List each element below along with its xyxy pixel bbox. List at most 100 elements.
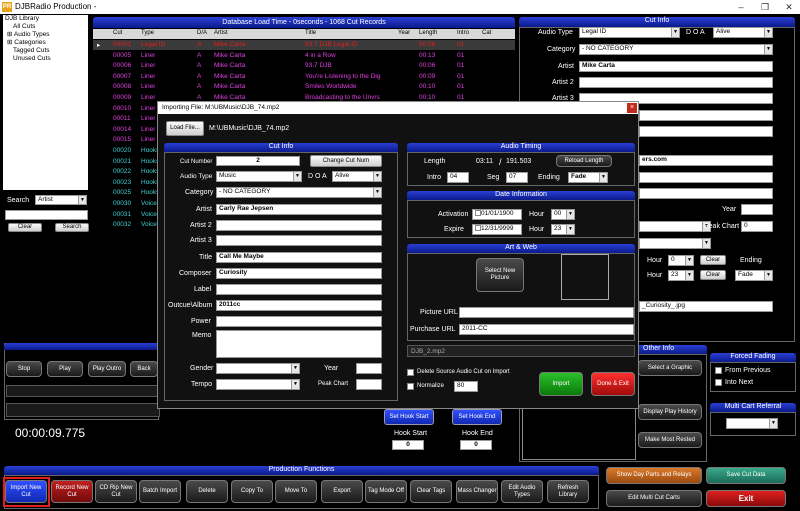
- dialog-close-icon[interactable]: ×: [627, 103, 637, 113]
- prod-move-to-button[interactable]: Move To: [275, 480, 317, 503]
- url-input-behind[interactable]: ers.com: [639, 155, 773, 166]
- dlg-outcue-input[interactable]: 2011cc: [216, 300, 382, 311]
- dlg-artist-input[interactable]: Carly Rae Jepsen: [216, 204, 382, 215]
- play-outro-button[interactable]: Play Outro: [88, 361, 126, 377]
- dlg-title-input[interactable]: Call Me Maybe: [216, 252, 382, 263]
- search-button[interactable]: Search: [55, 223, 89, 232]
- seg-input[interactable]: 07: [506, 172, 528, 183]
- col-da[interactable]: D/A: [197, 30, 207, 36]
- stop-button[interactable]: Stop: [6, 361, 42, 377]
- tree-tagged-cuts[interactable]: Tagged Cuts: [3, 47, 88, 55]
- delete-source-checkbox[interactable]: [407, 369, 414, 376]
- expire-date-picker[interactable]: 12/31/9999: [472, 224, 522, 235]
- col-length[interactable]: Length: [419, 30, 437, 36]
- set-hook-start-button[interactable]: Set Hook Start: [384, 409, 434, 425]
- dlg-power-input[interactable]: [216, 316, 382, 327]
- prod-clear-tags-button[interactable]: Clear Tags: [410, 480, 452, 503]
- expire-hour-select[interactable]: 23 ▼: [551, 224, 575, 235]
- done-exit-button[interactable]: Done & Exit: [591, 372, 635, 396]
- back-button[interactable]: Back: [130, 361, 158, 377]
- display-play-history-button[interactable]: Display Play History: [638, 404, 702, 420]
- tree-audio-types[interactable]: ⊞ Audio Types: [3, 31, 88, 39]
- hook-end-input[interactable]: 0: [460, 440, 492, 450]
- change-cut-num-button[interactable]: Change Cut Num: [310, 155, 382, 167]
- tree-unused-cuts[interactable]: Unused Cuts: [3, 55, 88, 63]
- table-row[interactable]: 00006 Liner A Mike Carta 93.7 DJB 00:06 01: [93, 61, 515, 71]
- save-cut-data-button[interactable]: Save Cut Data: [706, 467, 786, 484]
- play-button[interactable]: Play: [47, 361, 83, 377]
- ending-select[interactable]: Fade ▼: [735, 270, 773, 281]
- activation-hour-select[interactable]: 00 ▼: [551, 209, 575, 220]
- dlg-ending-select[interactable]: Fade ▼: [568, 172, 608, 183]
- dlg-artist3-input[interactable]: [216, 235, 382, 246]
- table-row[interactable]: 00007 Liner A Mike Carta You're Listening to…: [93, 72, 515, 82]
- dlg-artist2-input[interactable]: [216, 220, 382, 231]
- col-year[interactable]: Year: [398, 30, 410, 36]
- activation-date-picker[interactable]: 01/01/1900: [472, 209, 522, 220]
- peak-chart-input[interactable]: 0: [741, 221, 773, 232]
- audio-type-select[interactable]: Legal ID ▼: [579, 27, 680, 38]
- close-icon[interactable]: ✕: [778, 0, 800, 14]
- from-previous-checkbox[interactable]: [715, 367, 722, 374]
- col-type[interactable]: Type: [141, 30, 154, 36]
- dlg-gender-select[interactable]: ▼: [216, 363, 300, 374]
- normalize-input[interactable]: 80: [454, 381, 478, 392]
- expand-icon[interactable]: ⊞: [7, 31, 14, 38]
- table-row[interactable]: 00005 Liner A Mike Carta 4 in a Row 00:13 01: [93, 51, 515, 61]
- prod-mass-changer-button[interactable]: Mass Changer: [456, 480, 498, 503]
- hour-select-1[interactable]: 0 ▼: [668, 255, 694, 266]
- prod-refresh-library-button[interactable]: Refresh Library: [547, 480, 589, 503]
- into-next-checkbox[interactable]: [715, 379, 722, 386]
- col-intro[interactable]: Intro: [457, 30, 469, 36]
- file-name-field[interactable]: DJB_2.mp2: [407, 345, 635, 357]
- prod-batch-import-button[interactable]: Batch Import: [139, 480, 181, 503]
- table-row[interactable]: ▸ 00001 Legal ID A Mike Carta 93.7 DJB Legal …: [93, 40, 515, 50]
- select-new-picture-button[interactable]: Select New Picture: [476, 258, 524, 292]
- col-title[interactable]: Title: [305, 30, 316, 36]
- table-row[interactable]: 00008 Liner A Mike Carta Smiles Worldwide 00:…: [93, 82, 515, 92]
- dlg-year-input[interactable]: [356, 363, 382, 374]
- dlg-category-select[interactable]: - NO CATEGORY ▼: [216, 187, 382, 198]
- title-input-behind[interactable]: [639, 110, 773, 121]
- purchase-url-input[interactable]: 2011-CC: [459, 324, 634, 335]
- minimize-icon[interactable]: –: [730, 0, 752, 14]
- dlg-memo-input[interactable]: [216, 330, 382, 358]
- dlg-audio-type-select[interactable]: Music ▼: [216, 171, 302, 182]
- load-file-button[interactable]: Load File...: [166, 121, 204, 136]
- year-input[interactable]: [741, 204, 773, 215]
- search-input[interactable]: [5, 210, 88, 220]
- power-input-behind[interactable]: [639, 188, 773, 199]
- col-cut[interactable]: Cut: [113, 30, 122, 36]
- library-tree[interactable]: DJB Library All Cuts ⊞ Audio Types ⊞ Cat…: [3, 15, 88, 190]
- dlg-composer-input[interactable]: Curiosity: [216, 268, 382, 279]
- set-hook-end-button[interactable]: Set Hook End: [452, 409, 502, 425]
- prod-export-button[interactable]: Export: [321, 480, 363, 503]
- dlg-peak-chart-input[interactable]: [356, 379, 382, 390]
- dlg-doa-select[interactable]: Alive ▼: [332, 171, 382, 182]
- tree-categories[interactable]: ⊞ Categories: [3, 39, 88, 47]
- exit-button[interactable]: Exit: [706, 490, 786, 507]
- prod-copy-to-button[interactable]: Copy To: [231, 480, 273, 503]
- gender-select-behind[interactable]: ▼: [639, 221, 711, 232]
- maximize-icon[interactable]: ❐: [754, 0, 776, 14]
- search-field-select[interactable]: Artist ▼: [35, 195, 87, 205]
- prod-edit-audio-types-button[interactable]: Edit Audio Types: [501, 480, 543, 503]
- label-input-behind[interactable]: [639, 172, 773, 183]
- import-button[interactable]: Import: [539, 372, 583, 396]
- show-day-parts-button[interactable]: Show Day Parts and Relays: [606, 467, 702, 484]
- clear-hour-button-1[interactable]: Clear: [700, 255, 726, 265]
- reload-length-button[interactable]: Reload Length: [556, 155, 612, 167]
- tree-all-cuts[interactable]: All Cuts: [3, 23, 88, 31]
- select-graphic-button[interactable]: Select a Graphic: [638, 360, 702, 376]
- hook-start-input[interactable]: 0: [392, 440, 424, 450]
- multi-cart-select[interactable]: ▼: [726, 418, 778, 429]
- artist2-input[interactable]: [579, 77, 773, 88]
- dlg-label-input[interactable]: [216, 284, 382, 295]
- waveform-track[interactable]: [6, 385, 160, 397]
- dlg-tempo-select[interactable]: ▼: [216, 379, 300, 390]
- picture-url-input[interactable]: [459, 307, 634, 318]
- dlg-cut-number-input[interactable]: 2: [216, 156, 300, 166]
- hour-select-2[interactable]: 23 ▼: [668, 270, 694, 281]
- make-most-rested-button[interactable]: Make Most Rested: [638, 432, 702, 448]
- clear-search-button[interactable]: Clear: [8, 223, 42, 232]
